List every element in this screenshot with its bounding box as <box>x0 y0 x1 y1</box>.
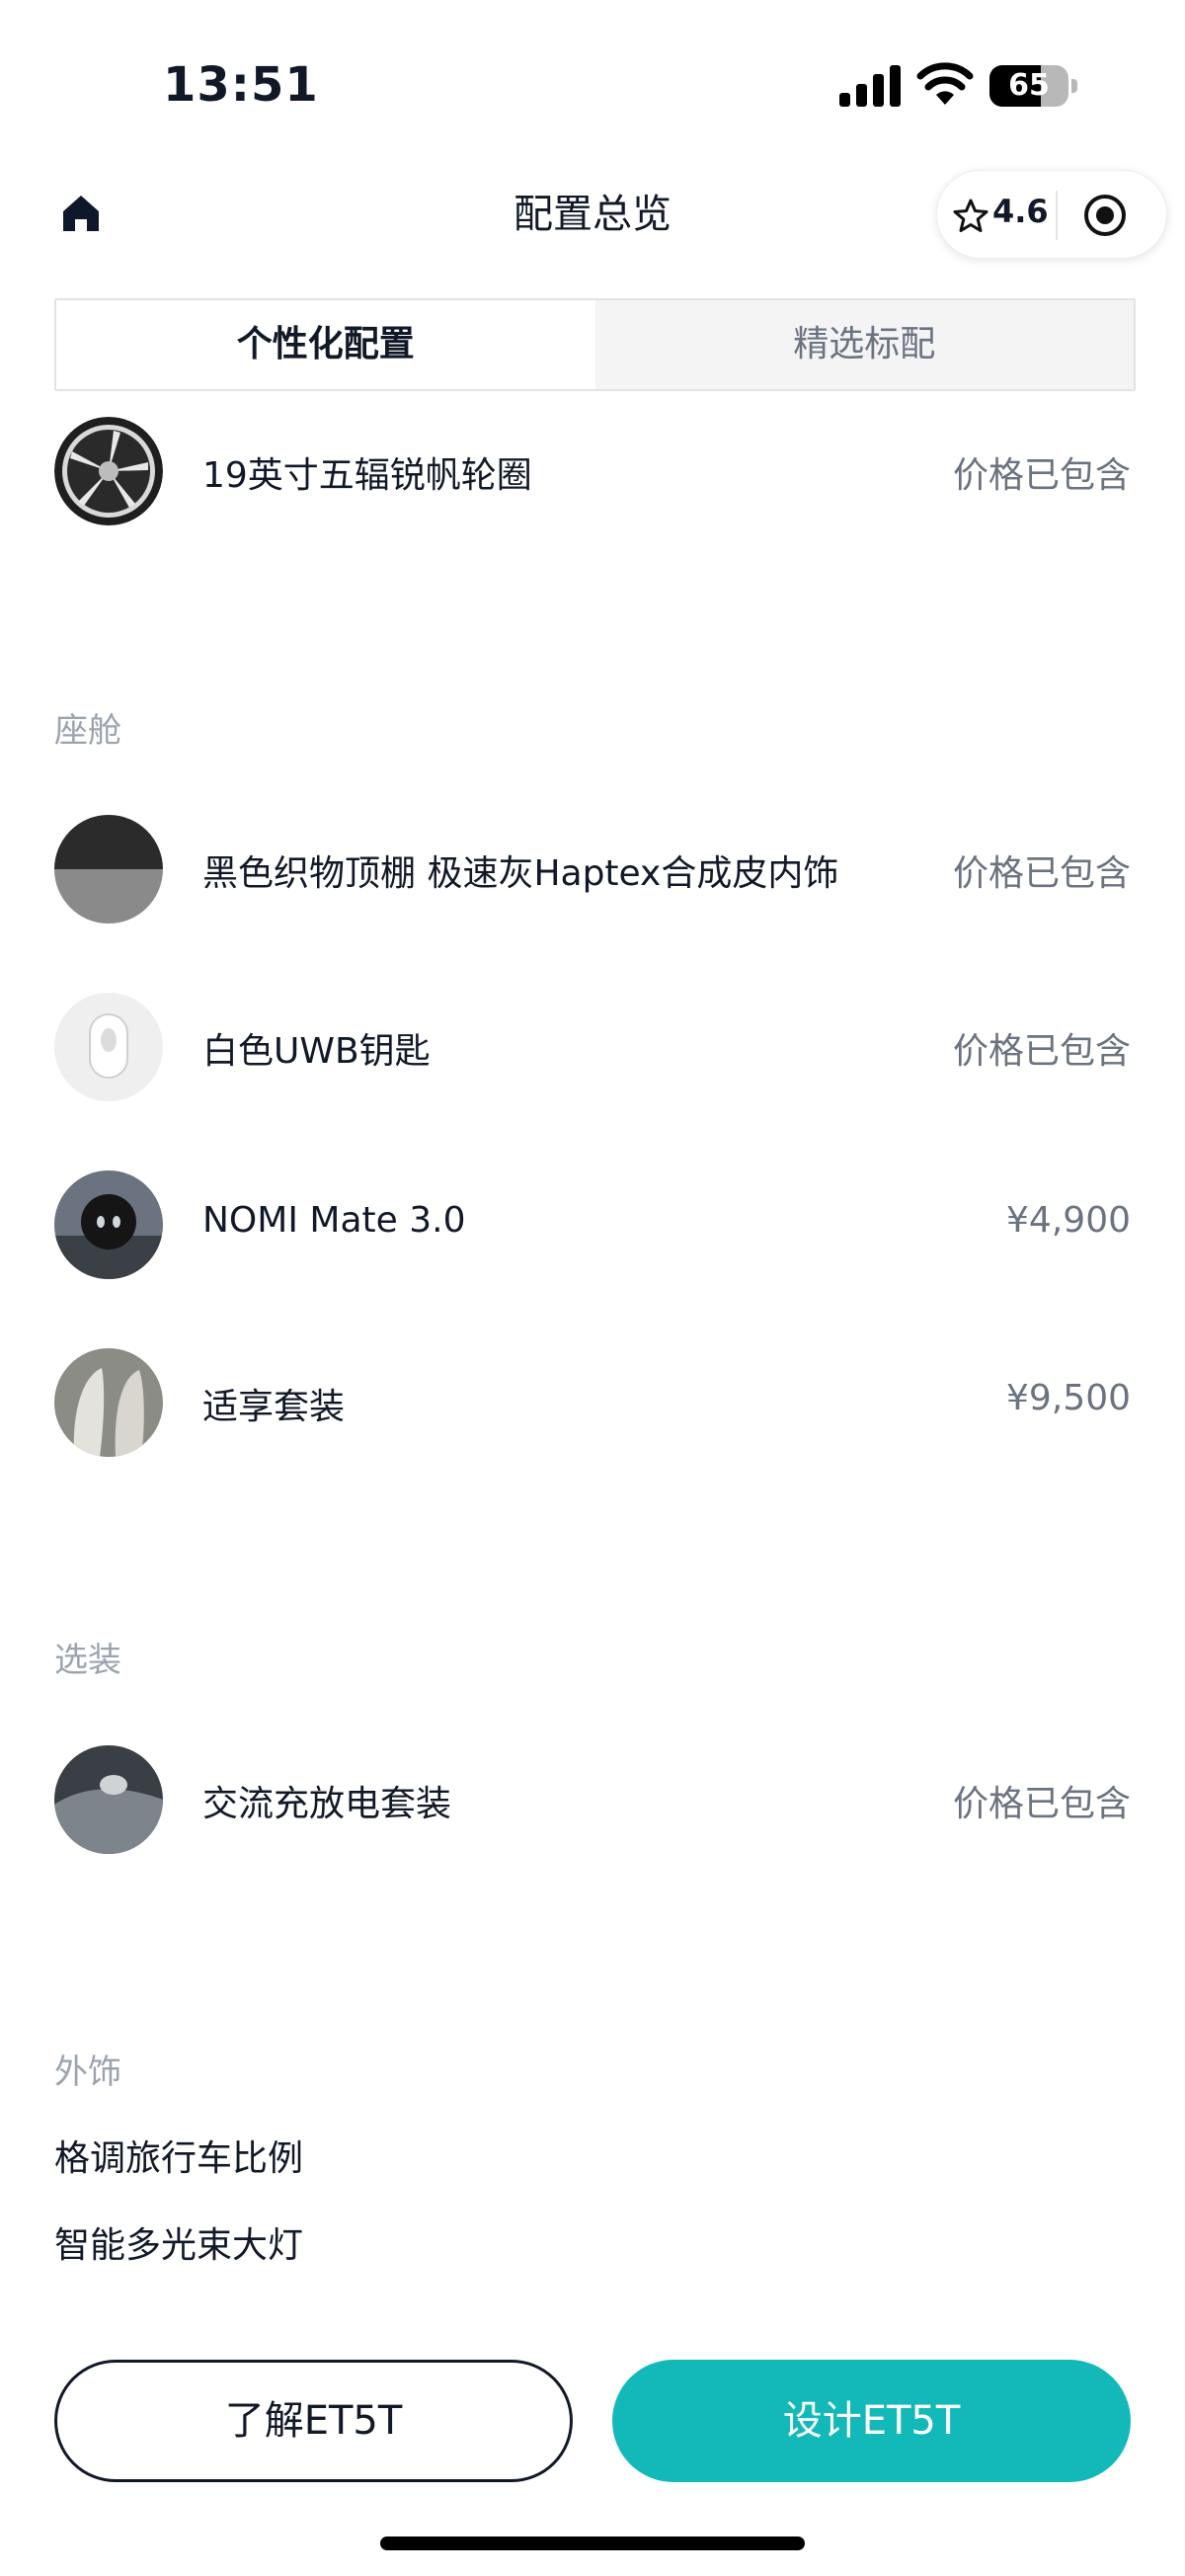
item-price: 价格已包含 <box>952 1031 1131 1072</box>
item-name: 适享套装 <box>202 1387 346 1427</box>
item-name: 白色UWB钥匙 <box>202 1031 431 1072</box>
mini-program-capsule: 4.6 <box>936 170 1167 259</box>
rating-value[interactable]: 4.6 <box>992 193 1049 230</box>
section-title-exterior: 外饰 <box>54 2053 121 2092</box>
list-item-wheel[interactable]: 19英寸五辐锐帆轮圈 价格已包含 <box>54 417 1131 527</box>
config-tabs: 个性化配置 精选标配 <box>54 298 1136 391</box>
battery-level: 65 <box>1008 68 1050 103</box>
cellular-signal-icon <box>839 65 901 107</box>
design-button[interactable]: 设计ET5T <box>612 2360 1131 2482</box>
item-price: 价格已包含 <box>952 853 1131 894</box>
list-item-charger[interactable]: 交流充放电套装 价格已包含 <box>54 1745 1131 1856</box>
item-name: 黑色织物顶棚 极速灰Haptex合成皮内饰 <box>202 853 839 894</box>
list-item-comfort-package[interactable]: 适享套装 ¥9,500 <box>54 1348 1131 1459</box>
learn-button[interactable]: 了解ET5T <box>54 2360 573 2482</box>
list-item-key[interactable]: 白色UWB钥匙 价格已包含 <box>54 993 1131 1103</box>
item-name: 交流充放电套装 <box>202 1784 452 1824</box>
star-icon[interactable] <box>953 199 988 232</box>
home-indicator[interactable] <box>380 2536 805 2550</box>
item-name: 19英寸五辐锐帆轮圈 <box>202 455 532 496</box>
item-price: 价格已包含 <box>952 1784 1131 1824</box>
nav-bar: 配置总览 4.6 <box>0 158 1185 267</box>
list-item-interior[interactable]: 黑色织物顶棚 极速灰Haptex合成皮内饰 价格已包含 <box>54 815 1131 926</box>
capsule-divider <box>1056 191 1058 240</box>
section-title-cabin: 座舱 <box>54 711 121 751</box>
charger-thumbnail-icon <box>54 1745 163 1854</box>
interior-swatch-icon <box>54 815 163 924</box>
status-bar: 13:51 65 <box>0 0 1185 148</box>
close-target-icon[interactable] <box>1082 193 1128 238</box>
tab-standard[interactable]: 精选标配 <box>594 300 1134 389</box>
item-price: 价格已包含 <box>952 455 1131 496</box>
battery-indicator: 65 <box>989 65 1078 107</box>
key-thumbnail-icon <box>54 993 163 1101</box>
bottom-action-bar: 了解ET5T 设计ET5T <box>0 2341 1185 2576</box>
item-name: NOMI Mate 3.0 <box>202 1200 466 1241</box>
tab-personalized[interactable]: 个性化配置 <box>56 300 595 389</box>
status-time: 13:51 <box>163 57 319 113</box>
scroll-fade <box>0 2282 1185 2341</box>
nomi-thumbnail-icon <box>54 1170 163 1279</box>
exterior-feature: 智能多光束大灯 <box>54 2225 304 2266</box>
exterior-feature: 格调旅行车比例 <box>54 2138 304 2179</box>
item-price: ¥9,500 <box>1006 1378 1131 1418</box>
wheel-thumbnail-icon <box>54 417 163 525</box>
item-price: ¥4,900 <box>1006 1200 1131 1241</box>
wifi-icon <box>916 62 974 105</box>
list-item-nomi[interactable]: NOMI Mate 3.0 ¥4,900 <box>54 1170 1131 1281</box>
seat-thumbnail-icon <box>54 1348 163 1457</box>
section-title-options: 选装 <box>54 1641 121 1680</box>
